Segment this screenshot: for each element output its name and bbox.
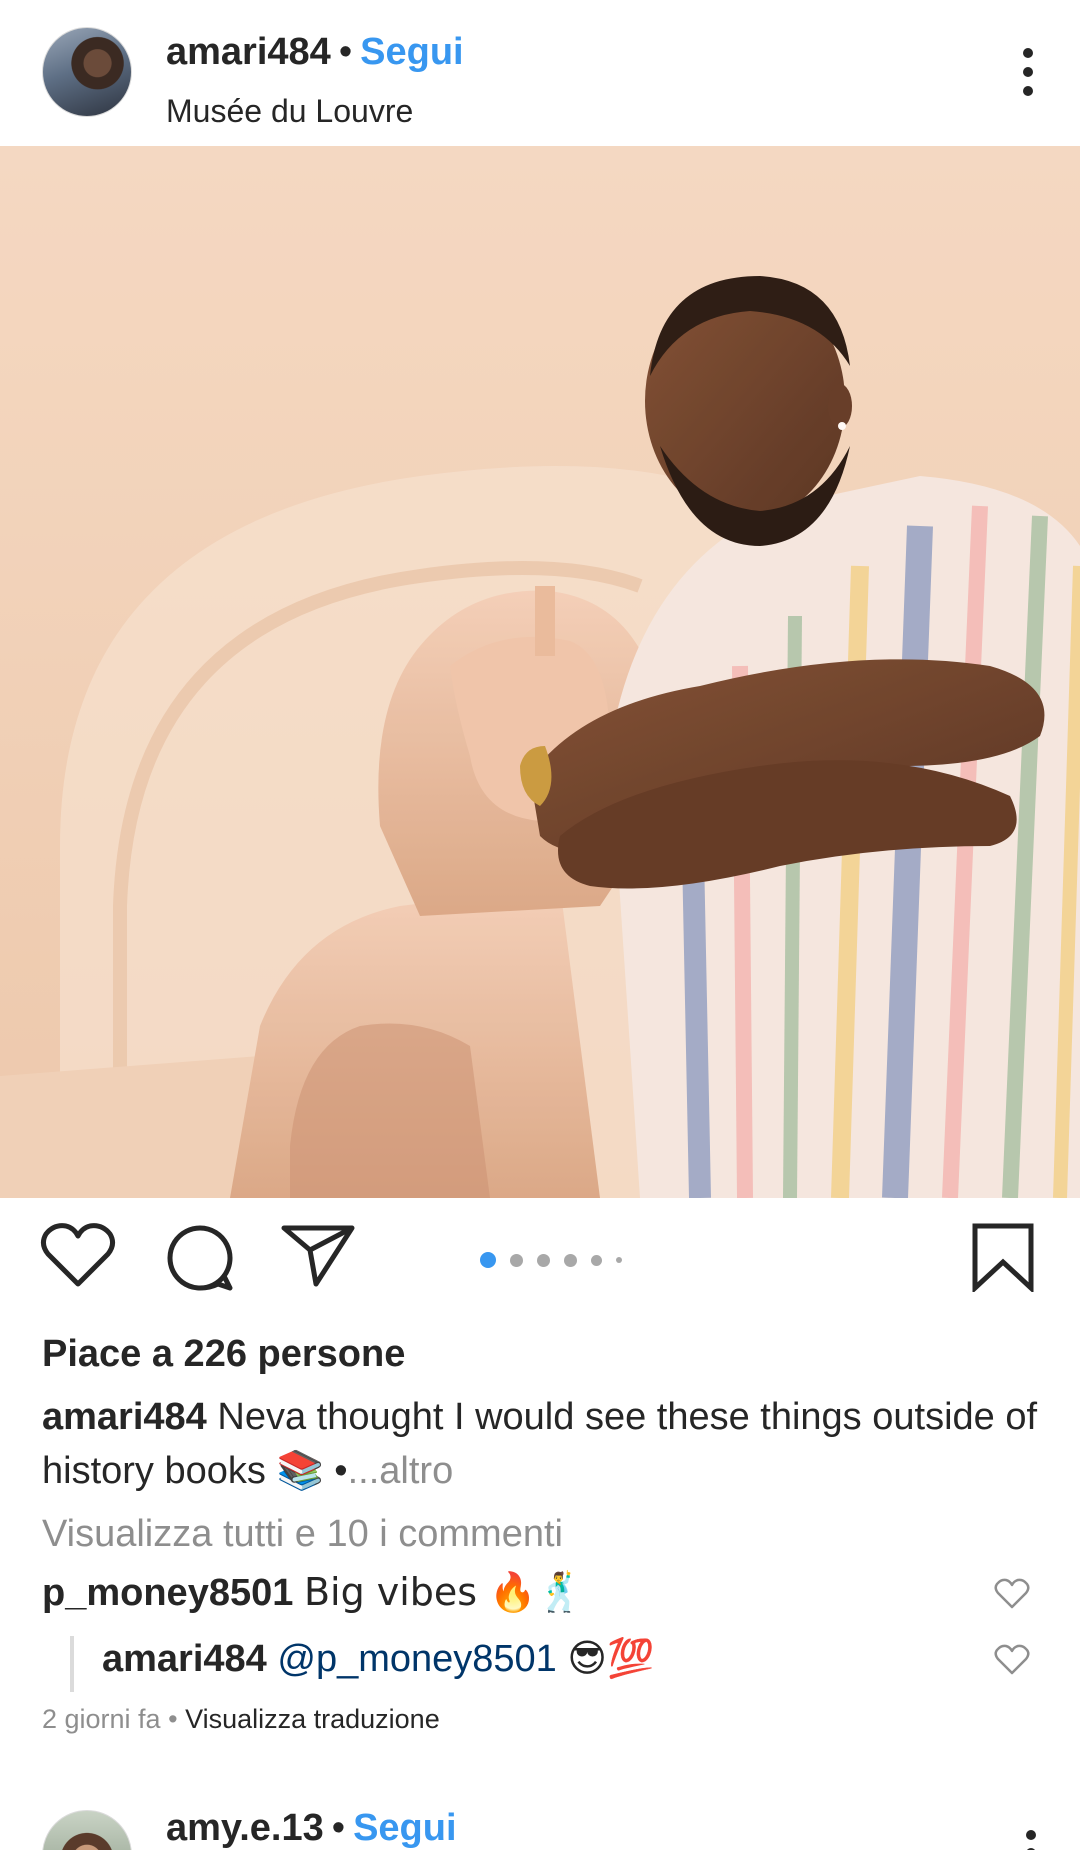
post-meta: 2 giorni fa • Visualizza traduzione <box>42 1698 440 1740</box>
next-post-separator: • <box>331 1807 346 1849</box>
carousel-dot <box>564 1253 577 1267</box>
timestamp: 2 giorni fa <box>42 1704 161 1734</box>
bookmark-icon[interactable] <box>970 1222 1036 1292</box>
more-options-icon[interactable] <box>1020 48 1036 96</box>
next-post-username[interactable]: amy.e.13 <box>166 1807 324 1849</box>
likes-count[interactable]: Piace a 226 persone <box>42 1330 405 1378</box>
header-title-line: amari484 • Segui <box>166 28 464 76</box>
separator-dot: • <box>338 31 353 73</box>
reply-row: amari484 @p_money8501 😎💯 <box>102 1634 654 1683</box>
next-post-title-line: amy.e.13 • Segui <box>166 1804 457 1850</box>
comment-username[interactable]: p_money8501 <box>42 1572 293 1614</box>
location-link[interactable]: Musée du Louvre <box>166 88 413 134</box>
meta-separator: • <box>168 1704 178 1734</box>
reply-mention-link[interactable]: @p_money8501 <box>277 1638 556 1680</box>
next-post-avatar[interactable] <box>42 1810 132 1850</box>
like-heart-icon[interactable] <box>40 1222 116 1290</box>
carousel-indicator <box>480 1252 622 1268</box>
photo-illustration <box>0 146 1080 1198</box>
reply-like-heart-icon[interactable] <box>994 1644 1030 1676</box>
action-bar <box>0 1222 1080 1308</box>
view-all-comments-link[interactable]: Visualizza tutti e 10 i commenti <box>42 1510 563 1558</box>
next-post-more-options-icon[interactable] <box>1026 1830 1036 1850</box>
comment-row: p_money8501 Big vibes 🔥🕺 <box>42 1568 584 1617</box>
caption-username[interactable]: amari484 <box>42 1396 207 1438</box>
comment-like-heart-icon[interactable] <box>994 1578 1030 1610</box>
reply-thread-line <box>70 1636 74 1692</box>
post-photo[interactable] <box>0 146 1080 1198</box>
next-post-follow-button[interactable]: Segui <box>353 1807 456 1849</box>
carousel-dot-active <box>480 1252 496 1268</box>
reply-username[interactable]: amari484 <box>102 1638 267 1680</box>
share-send-icon[interactable] <box>280 1222 356 1288</box>
carousel-dot <box>537 1253 550 1267</box>
username-link[interactable]: amari484 <box>166 31 331 73</box>
carousel-dot <box>591 1254 602 1266</box>
avatar[interactable] <box>42 27 132 117</box>
post-header: amari484 • Segui Musée du Louvre <box>0 0 1080 146</box>
next-post-header: amy.e.13 • Segui <box>0 1790 1080 1850</box>
carousel-dot <box>616 1257 622 1263</box>
comment-text: Big vibes 🔥🕺 <box>303 1570 584 1614</box>
comment-icon[interactable] <box>164 1222 236 1294</box>
carousel-dot <box>510 1253 523 1267</box>
caption-more-link[interactable]: ...altro <box>348 1450 454 1492</box>
reply-text: 😎💯 <box>567 1636 655 1680</box>
follow-button[interactable]: Segui <box>360 31 463 73</box>
caption: amari484 Neva thought I would see these … <box>42 1390 1042 1498</box>
see-translation-link[interactable]: Visualizza traduzione <box>185 1704 440 1734</box>
